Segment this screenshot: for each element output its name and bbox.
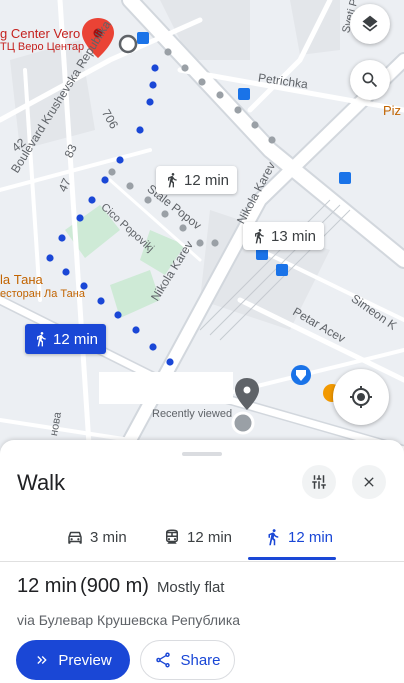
origin-marker	[118, 34, 138, 54]
poi-label-cyrillic: есторан Ла Тана	[0, 288, 85, 300]
route-summary: 12 min (900 m) Mostly flat	[17, 575, 224, 598]
recently-viewed-label: Recently viewed	[152, 408, 233, 420]
divider	[0, 561, 404, 562]
preview-button[interactable]: Preview	[16, 640, 130, 680]
poi-label: g Center Vero	[0, 26, 81, 41]
my-location-button[interactable]	[333, 369, 389, 425]
sheet-drag-handle[interactable]	[182, 452, 222, 456]
walk-icon	[255, 229, 264, 244]
map-view[interactable]: g Center Vero ТЦ Веро Центар Petrichka S…	[0, 0, 404, 460]
search-button[interactable]	[350, 60, 390, 100]
poi-label: la Тана	[0, 272, 43, 287]
close-icon	[364, 477, 374, 487]
layers-icon	[362, 15, 378, 32]
route-time-chip[interactable]: 13 min	[243, 222, 325, 250]
tab-walk[interactable]: 12 min	[264, 522, 333, 552]
preview-button-label: Preview	[58, 651, 112, 669]
walk-icon	[168, 173, 177, 188]
route-options-button[interactable]	[302, 465, 336, 499]
layers-button[interactable]	[350, 4, 390, 44]
route-duration: 12 min	[17, 575, 78, 597]
close-button[interactable]	[352, 465, 386, 499]
walk-icon	[37, 332, 46, 347]
destination-marker	[231, 411, 255, 435]
share-icon	[156, 652, 171, 668]
transit-icon	[166, 529, 178, 544]
car-icon	[68, 531, 82, 544]
double-chevron-right-icon	[37, 656, 47, 664]
active-tab-indicator	[248, 557, 336, 560]
tab-transit-label: 12 min	[187, 528, 233, 546]
search-icon	[362, 72, 378, 88]
route-via: via Булевар Крушевска Република	[17, 612, 241, 628]
route-time-label: 12 min	[184, 171, 230, 189]
route-time-label: 12 min	[53, 330, 99, 348]
selected-route-chip[interactable]: 12 min	[25, 324, 107, 354]
route-time-label: 13 min	[271, 227, 317, 245]
share-button[interactable]: Share	[140, 640, 235, 680]
poi-label-cyrillic: ТЦ Веро Центар	[0, 41, 85, 53]
tab-transit[interactable]: 12 min	[163, 522, 232, 552]
my-location-icon	[350, 386, 372, 408]
poi-label: Piz	[383, 103, 402, 118]
route-time-chip[interactable]: 12 min	[156, 166, 238, 194]
tune-icon	[312, 475, 326, 489]
walk-icon	[268, 529, 279, 546]
directions-sheet: Walk 3 min 12 min 12 min 12 min (900 m) …	[0, 440, 404, 683]
tab-drive[interactable]: 3 min	[66, 522, 127, 552]
route-terrain: Mostly flat	[156, 579, 225, 596]
tab-drive-label: 3 min	[90, 528, 127, 546]
route-distance: (900 m)	[80, 575, 149, 597]
share-button-label: Share	[180, 651, 221, 669]
sheet-title: Walk	[17, 470, 66, 495]
tab-walk-label: 12 min	[288, 528, 334, 546]
